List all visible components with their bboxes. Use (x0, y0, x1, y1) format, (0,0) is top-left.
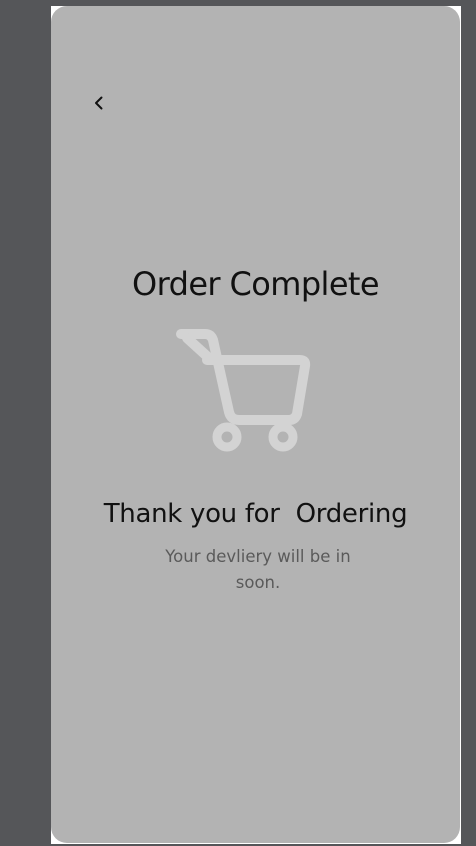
page-title: Order Complete (132, 265, 380, 303)
app-viewport: Order Complete Thank you for Ordering Yo… (0, 0, 476, 846)
chevron-left-icon (95, 96, 103, 110)
order-complete-screen: Order Complete Thank you for Ordering Yo… (51, 6, 460, 843)
back-button[interactable] (87, 91, 111, 115)
shopping-cart-icon (176, 329, 311, 452)
delivery-message: Your devliery will be in soon. (165, 547, 351, 592)
thank-you-heading: Thank you for Ordering (103, 499, 408, 529)
